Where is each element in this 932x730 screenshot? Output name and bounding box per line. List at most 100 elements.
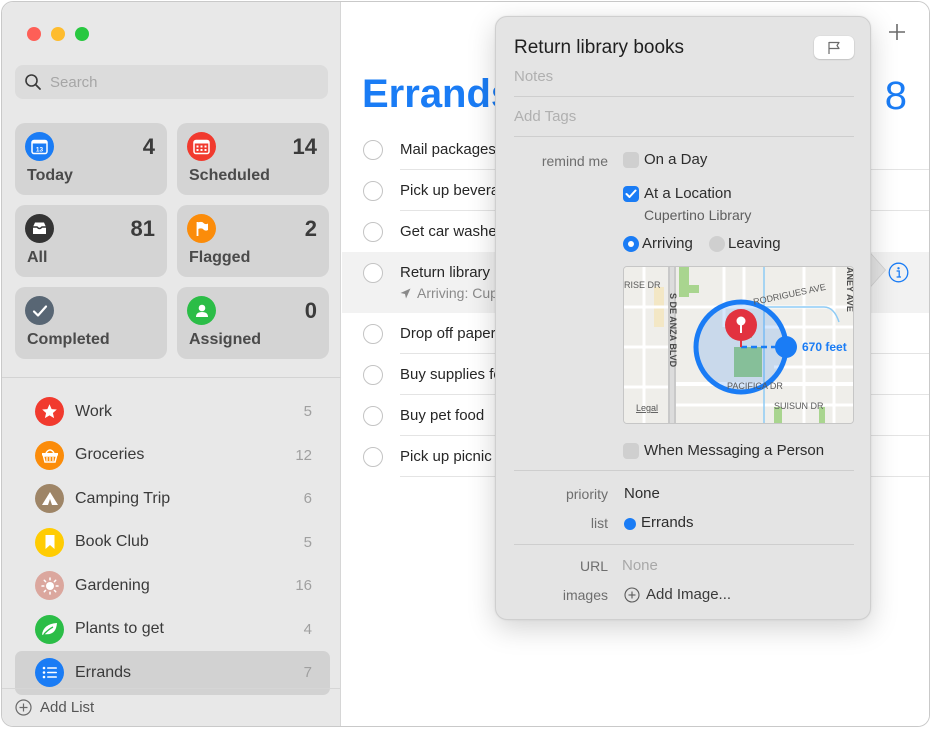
calendar-grid-icon	[187, 132, 216, 161]
sidebar-item-groceries[interactable]: Groceries 12	[15, 434, 330, 478]
add-reminder-button[interactable]	[887, 22, 907, 42]
smart-list-flagged[interactable]: 2 Flagged	[177, 205, 329, 277]
complete-checkbox[interactable]	[363, 447, 383, 467]
sidebar-item-book-club[interactable]: Book Club 5	[15, 521, 330, 565]
complete-checkbox[interactable]	[363, 365, 383, 385]
smart-list-count: 81	[130, 216, 155, 241]
reminder-title[interactable]: Buy supplies for	[400, 366, 507, 383]
info-icon[interactable]	[888, 262, 909, 283]
close-window-button[interactable]	[27, 27, 41, 41]
radius-drag-handle[interactable]	[775, 336, 797, 358]
add-list-button[interactable]: Add List	[2, 688, 341, 726]
minimize-window-button[interactable]	[51, 27, 65, 41]
notes-field[interactable]	[514, 68, 844, 85]
list-count: 12	[295, 446, 312, 464]
tags-field[interactable]	[514, 108, 844, 125]
arriving-label[interactable]: Arriving	[642, 235, 693, 252]
street-label: SUISUN DR	[774, 401, 824, 411]
bookmark-icon	[35, 527, 64, 557]
checkmark-icon	[25, 296, 54, 325]
reminder-title[interactable]: Pick up picnic	[400, 448, 492, 465]
smart-list-today[interactable]: 13 4 Today	[15, 123, 167, 195]
arriving-radio[interactable]	[623, 236, 639, 252]
when-messaging-label[interactable]: When Messaging a Person	[644, 442, 824, 459]
flag-button[interactable]	[814, 36, 854, 59]
sidebar-item-gardening[interactable]: Gardening 16	[15, 564, 330, 608]
smart-list-all[interactable]: 81 All	[15, 205, 167, 277]
complete-checkbox[interactable]	[363, 263, 383, 283]
reminder-title[interactable]: Get car washed	[400, 223, 505, 240]
divider	[514, 544, 854, 545]
leaf-icon	[35, 614, 64, 644]
on-a-day-checkbox[interactable]	[623, 152, 639, 168]
zoom-window-button[interactable]	[75, 27, 89, 41]
url-field[interactable]: None	[622, 557, 658, 574]
street-label: RISE DR	[624, 280, 661, 290]
list-count: 4	[303, 620, 312, 638]
location-map[interactable]: RISE DR S DE ANZA BLVD RODRIGUES AVE ANE…	[623, 266, 854, 424]
legal-link[interactable]: Legal	[636, 403, 658, 413]
checkmark-icon	[625, 189, 637, 198]
reminder-title[interactable]: Buy pet food	[400, 407, 484, 424]
smart-list-label: All	[27, 249, 48, 266]
smart-list-completed[interactable]: Completed	[15, 287, 167, 359]
complete-checkbox[interactable]	[363, 140, 383, 160]
list-name: Book Club	[75, 533, 149, 551]
list-popup[interactable]: Errands	[641, 514, 694, 531]
complete-checkbox[interactable]	[363, 181, 383, 201]
list-count: 16	[295, 577, 312, 595]
tent-icon	[35, 484, 64, 514]
complete-checkbox[interactable]	[363, 324, 383, 344]
list-name: Plants to get	[75, 620, 164, 638]
add-image-button[interactable]: Add Image...	[646, 586, 731, 603]
list-color-dot	[624, 518, 636, 530]
street-label: S DE ANZA BLVD	[668, 293, 678, 368]
list-count: 5	[303, 403, 312, 421]
smart-list-label: Completed	[27, 331, 110, 348]
list-name: Work	[75, 402, 113, 420]
detail-title[interactable]: Return library books	[514, 37, 684, 59]
priority-popup[interactable]: None	[624, 485, 660, 502]
smart-list-count: 4	[142, 134, 155, 159]
on-a-day-label[interactable]: On a Day	[644, 151, 707, 168]
person-icon	[187, 296, 216, 325]
list-name: Errands	[75, 663, 132, 681]
park-area	[684, 285, 699, 293]
list-item-count: 8	[884, 74, 907, 118]
list-count: 7	[303, 664, 312, 682]
sidebar-item-camping-trip[interactable]: Camping Trip 6	[15, 477, 330, 521]
list-bullet-icon	[35, 658, 64, 688]
at-a-location-label[interactable]: At a Location	[644, 185, 732, 202]
smart-list-assigned[interactable]: 0 Assigned	[177, 287, 329, 359]
complete-checkbox[interactable]	[363, 222, 383, 242]
add-list-label: Add List	[40, 699, 95, 716]
at-a-location-checkbox[interactable]	[623, 186, 639, 202]
smart-list-count: 0	[304, 298, 317, 323]
street-label: ANEY AVE	[845, 267, 854, 312]
smart-list-label: Scheduled	[189, 167, 270, 184]
my-lists: Work 5 Groceries 12 Camping Trip 6 Book …	[15, 390, 330, 695]
map-canvas: RISE DR S DE ANZA BLVD RODRIGUES AVE ANE…	[624, 267, 854, 423]
location-name[interactable]: Cupertino Library	[644, 207, 751, 223]
search-input[interactable]	[50, 73, 300, 91]
complete-checkbox[interactable]	[363, 406, 383, 426]
priority-label: priority	[565, 486, 608, 502]
list-name: Camping Trip	[75, 489, 171, 507]
smart-list-label: Flagged	[189, 249, 251, 266]
images-label: images	[562, 587, 608, 603]
smart-list-scheduled[interactable]: 14 Scheduled	[177, 123, 329, 195]
remind-me-label: remind me	[541, 153, 608, 169]
sidebar-item-work[interactable]: Work 5	[15, 390, 330, 434]
when-messaging-checkbox[interactable]	[623, 443, 639, 459]
list-name: Gardening	[75, 576, 150, 594]
window-controls	[27, 27, 89, 41]
search-field[interactable]	[15, 65, 328, 99]
sidebar-item-plants-to-get[interactable]: Plants to get 4	[15, 608, 330, 652]
reminder-title[interactable]: Mail packages	[400, 141, 496, 158]
list-count: 6	[303, 490, 312, 508]
leaving-label[interactable]: Leaving	[728, 235, 781, 252]
street-label: PACIFICA DR	[727, 381, 783, 391]
list-title: Errands	[362, 72, 514, 116]
leaving-radio[interactable]	[709, 236, 725, 252]
basket-icon	[35, 440, 64, 470]
